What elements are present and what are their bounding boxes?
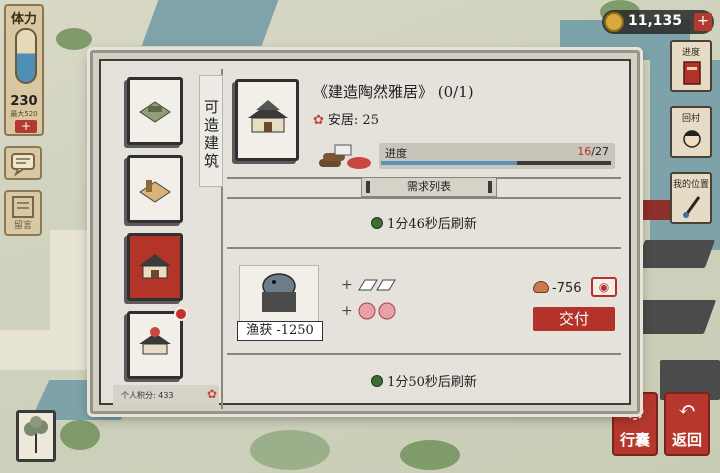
dialog-inner-frame: 可造建筑 个人积分: 433 ✿ 《建造陶然雅居》 (0/1) ✿安居: 25 xyxy=(99,59,631,409)
building-list: 可造建筑 个人积分: 433 ✿ xyxy=(109,69,223,409)
personal-score: 个人积分: 433 ✿ xyxy=(113,385,219,405)
add-coins-button[interactable]: + xyxy=(694,13,712,31)
new-badge xyxy=(174,307,188,321)
stamina-value: 230 xyxy=(10,94,38,109)
build-progress: 进度 16/27 xyxy=(313,139,615,175)
anju-row: ✿ 安居: 25 xyxy=(313,109,379,128)
refresh-timer-1: 1分46秒后刷新 xyxy=(227,213,621,232)
refresh-text-2: 1分50秒后刷新 xyxy=(387,375,477,390)
return-village-label: 回村 xyxy=(681,114,700,124)
requirements-tab: 需求列表 xyxy=(361,177,497,197)
add-stamina-button[interactable]: + xyxy=(15,120,37,133)
refresh-text-1: 1分46秒后刷新 xyxy=(387,217,477,232)
coin-counter: 11,135 + xyxy=(602,10,714,34)
flower-house-icon xyxy=(139,327,171,355)
river xyxy=(141,0,279,46)
bag-label: 行囊 xyxy=(619,431,650,449)
brick-icon xyxy=(357,279,396,291)
tree xyxy=(400,440,460,470)
tree-item-card[interactable] xyxy=(16,410,56,462)
chat-button[interactable] xyxy=(4,146,42,180)
cost-display: -756 xyxy=(533,281,582,296)
building-card-garden[interactable] xyxy=(127,77,183,145)
build-dialog: 可造建筑 个人积分: 433 ✿ 《建造陶然雅居》 (0/1) ✿安居: 25 xyxy=(90,50,640,414)
house-building-icon xyxy=(139,254,171,279)
brush-icon xyxy=(683,196,701,218)
my-location-button[interactable]: 我的位置 xyxy=(670,172,712,224)
stamina-gourd-icon xyxy=(15,28,37,84)
fish-request-label: 渔获 -1250 xyxy=(237,321,323,341)
garden-building-icon xyxy=(139,101,171,123)
building-card-selected[interactable] xyxy=(127,233,183,301)
stamina-panel: 体力 230 最大520 + xyxy=(4,4,44,136)
pavilion-building-icon xyxy=(139,180,171,203)
red-book-icon xyxy=(683,61,701,85)
coin-icon xyxy=(604,12,624,32)
back-button[interactable]: ↶ 返回 xyxy=(664,392,710,456)
clock-icon xyxy=(371,375,384,387)
divider xyxy=(227,247,621,249)
selected-building-card xyxy=(235,79,299,161)
building-card-flower[interactable] xyxy=(127,307,188,379)
chat-bubble-icon xyxy=(11,153,35,177)
return-village-button[interactable]: 回村 xyxy=(670,106,712,158)
divider xyxy=(227,197,621,199)
progress-fill xyxy=(381,161,518,165)
clock-icon xyxy=(371,217,384,229)
back-arrow-icon: ↶ xyxy=(677,398,697,423)
anju-value: 安居: 25 xyxy=(327,113,379,128)
requirement-bricks: + xyxy=(341,277,399,293)
coin-value: 11,135 xyxy=(628,13,683,29)
tree xyxy=(250,430,330,470)
back-label: 返回 xyxy=(671,431,702,449)
meat-icon xyxy=(533,281,549,293)
progress-track xyxy=(381,161,611,165)
personal-score-text: 个人积分: 433 xyxy=(121,391,174,400)
avatar-icon xyxy=(683,130,701,148)
taoran-house-icon xyxy=(248,100,288,133)
materials-icon xyxy=(319,144,371,169)
progress-button-label: 进度 xyxy=(681,48,700,58)
my-location-label: 我的位置 xyxy=(672,180,709,190)
divider xyxy=(227,353,621,355)
flower-icon xyxy=(358,302,396,320)
progress-button[interactable]: 进度 xyxy=(670,40,712,92)
requirement-flowers: + xyxy=(341,301,399,321)
message-board-label: 留言 xyxy=(13,221,32,231)
building-card-pavilion[interactable] xyxy=(127,155,183,223)
fish-basket-icon xyxy=(262,273,296,312)
progress-count: 16/27 xyxy=(577,145,609,158)
progress-current: 16 xyxy=(577,145,592,158)
progress-label: 进度 xyxy=(385,147,407,160)
view-button[interactable]: ◉ xyxy=(591,277,617,297)
progress-total: /27 xyxy=(591,145,609,158)
deliver-button[interactable]: 交付 xyxy=(533,307,615,331)
eye-icon: ◉ xyxy=(598,280,610,294)
stamina-title: 体力 xyxy=(10,12,37,27)
flower-icon: ✿ xyxy=(313,113,324,128)
tree-icon xyxy=(24,416,48,453)
house-roof xyxy=(634,240,716,268)
refresh-timer-2: 1分50秒后刷新 xyxy=(227,371,621,390)
buildable-title: 可造建筑 xyxy=(199,75,223,187)
tree xyxy=(60,420,100,450)
message-board-button[interactable]: 留言 xyxy=(4,190,42,236)
tree xyxy=(56,28,92,50)
building-detail: 《建造陶然雅居》 (0/1) ✿ 安居: 25 进度 16/27 需求列表 1分… xyxy=(227,69,621,409)
flower-icon: ✿ xyxy=(206,387,217,401)
notice-board-icon xyxy=(12,196,34,218)
cost-value: -756 xyxy=(552,281,582,296)
building-title: 《建造陶然雅居》 (0/1) xyxy=(313,83,474,101)
road xyxy=(0,330,90,370)
stamina-max: 最大520 xyxy=(10,110,38,118)
